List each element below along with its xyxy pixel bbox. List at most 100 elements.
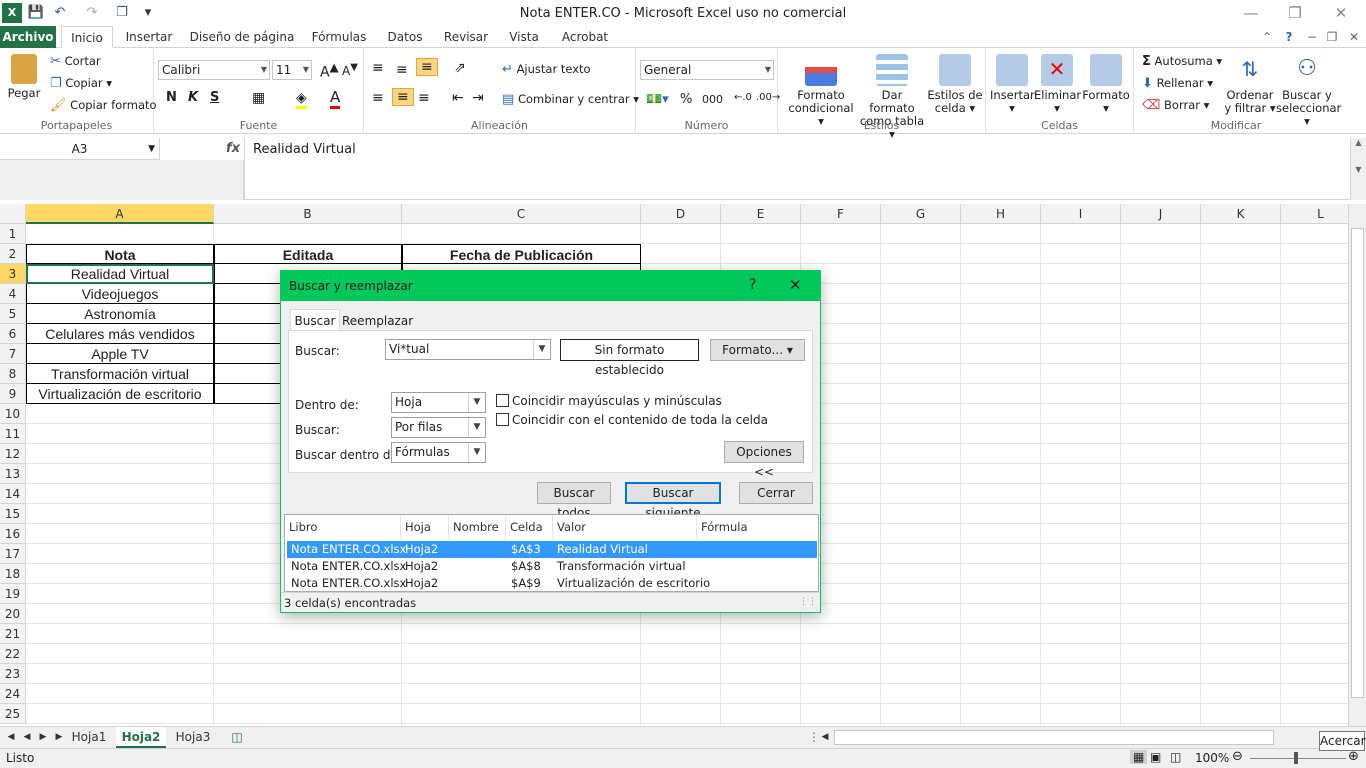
- row-header-13[interactable]: 13: [0, 464, 26, 484]
- find-all-button[interactable]: Buscar todos: [537, 482, 611, 520]
- match-entire-checkbox[interactable]: [496, 413, 509, 426]
- row-header-11[interactable]: 11: [0, 424, 26, 444]
- results-header-libro[interactable]: Libro: [285, 515, 401, 539]
- close-window-icon[interactable]: ✕: [1318, 2, 1364, 24]
- horizontal-scroll-thumb[interactable]: [834, 730, 1274, 745]
- row-header-19[interactable]: 19: [0, 584, 26, 604]
- orientation-icon[interactable]: ⇗: [454, 60, 466, 76]
- tab-inicio[interactable]: Inicio: [61, 26, 113, 48]
- row-header-7[interactable]: 7: [0, 344, 26, 364]
- normal-view-icon[interactable]: ▦: [1130, 750, 1148, 764]
- name-box[interactable]: A3 ▼: [0, 138, 160, 160]
- workbook-restore-icon[interactable]: ❐: [1324, 26, 1340, 48]
- collapse-ribbon-icon[interactable]: ⌃: [1260, 26, 1274, 48]
- row-header-4[interactable]: 4: [0, 284, 26, 304]
- column-header-c[interactable]: C: [402, 204, 641, 224]
- find-select-button[interactable]: ⚇ Buscar y seleccionar ▾: [1276, 54, 1341, 128]
- row-header-12[interactable]: 12: [0, 444, 26, 464]
- zoom-slider-handle[interactable]: [1294, 752, 1298, 764]
- row-header-20[interactable]: 20: [0, 604, 26, 624]
- merge-center-button[interactable]: ▤ Combinar y centrar ▾: [502, 92, 639, 107]
- tab-buscar[interactable]: Buscar: [290, 309, 340, 331]
- column-header-d[interactable]: D: [641, 204, 721, 224]
- row-header-3[interactable]: 3: [0, 264, 26, 284]
- sheet-tab-hoja3[interactable]: Hoja3: [170, 727, 216, 748]
- row-header-23[interactable]: 23: [0, 664, 26, 684]
- search-select[interactable]: Por filas ▼: [391, 417, 486, 438]
- align-middle-icon[interactable]: ≡: [396, 62, 408, 78]
- scroll-thumb[interactable]: [1351, 228, 1364, 698]
- column-header-i[interactable]: I: [1041, 204, 1121, 224]
- minimize-icon[interactable]: —: [1228, 2, 1274, 24]
- find-next-button[interactable]: Buscar siguiente: [625, 482, 721, 520]
- prev-sheet-icon[interactable]: ◀: [20, 727, 34, 748]
- tab-datos[interactable]: Datos: [382, 26, 428, 48]
- select-all-corner[interactable]: [0, 204, 26, 224]
- results-header-hoja[interactable]: Hoja: [401, 515, 449, 539]
- cut-button[interactable]: ✂ Cortar: [50, 54, 101, 69]
- results-list[interactable]: Libro Hoja Nombre Celda Valor Fórmula No…: [284, 514, 819, 592]
- paste-button[interactable]: Pegar: [4, 54, 44, 100]
- row-header-2[interactable]: 2: [0, 244, 26, 264]
- table-row-nota[interactable]: Videojuegos: [26, 284, 214, 304]
- match-case-checkbox[interactable]: [496, 394, 509, 407]
- page-layout-icon[interactable]: ▣: [1150, 750, 1161, 764]
- borders-icon[interactable]: ▦: [252, 90, 265, 106]
- conditional-format-button[interactable]: Formato condicional ▾: [786, 54, 856, 128]
- table-header-cell[interactable]: Nota: [26, 244, 214, 264]
- column-header-j[interactable]: J: [1121, 204, 1201, 224]
- column-header-l[interactable]: L: [1281, 204, 1348, 224]
- new-sheet-icon[interactable]: ◫: [226, 727, 248, 748]
- column-header-e[interactable]: E: [721, 204, 801, 224]
- font-size-select[interactable]: 11 ▼: [272, 60, 312, 80]
- align-top-icon[interactable]: ≡: [372, 60, 384, 76]
- row-header-22[interactable]: 22: [0, 644, 26, 664]
- fx-icon[interactable]: fx: [226, 141, 240, 156]
- last-sheet-icon[interactable]: ▶: [52, 727, 66, 748]
- workbook-minimize-icon[interactable]: −: [1304, 26, 1320, 48]
- decrease-decimal-icon[interactable]: .00→: [756, 92, 780, 103]
- table-row-nota[interactable]: Apple TV: [26, 344, 214, 364]
- within-select[interactable]: Hoja ▼: [391, 392, 486, 413]
- bold-button[interactable]: N: [166, 90, 177, 105]
- results-header-formula[interactable]: Fórmula: [697, 515, 818, 539]
- resize-grip-icon[interactable]: ⋮⋮: [799, 597, 817, 607]
- sheet-tab-hoja2[interactable]: Hoja2: [116, 727, 166, 748]
- currency-icon[interactable]: 💵▾: [646, 92, 669, 107]
- results-header-celda[interactable]: Celda: [506, 515, 553, 539]
- thousands-button[interactable]: 000: [702, 93, 723, 106]
- zoom-level[interactable]: 100%: [1195, 751, 1229, 765]
- vertical-scrollbar[interactable]: [1348, 204, 1366, 726]
- formula-input[interactable]: Realidad Virtual: [253, 142, 356, 157]
- column-header-g[interactable]: G: [881, 204, 961, 224]
- tab-insertar[interactable]: Insertar: [122, 26, 176, 48]
- page-break-icon[interactable]: ◫: [1170, 750, 1181, 764]
- format-painter-button[interactable]: 🖌 Copiar formato: [50, 98, 157, 113]
- align-right-icon[interactable]: ≡: [418, 90, 430, 106]
- row-header-10[interactable]: 10: [0, 404, 26, 424]
- table-row-nota[interactable]: Virtualización de escritorio: [26, 384, 214, 404]
- zoom-out-icon[interactable]: ⊖: [1232, 749, 1243, 764]
- wrap-text-button[interactable]: ↵ Ajustar texto: [502, 62, 591, 77]
- options-button[interactable]: Opciones <<: [724, 441, 804, 479]
- format-button[interactable]: Formato... ▾: [710, 339, 805, 361]
- result-row[interactable]: Nota ENTER.CO.xlsx Hoja2 $A$8 Transformació…: [287, 558, 817, 575]
- row-header-21[interactable]: 21: [0, 624, 26, 644]
- column-header-a[interactable]: A: [26, 204, 214, 224]
- workbook-close-icon[interactable]: ✕: [1346, 26, 1362, 48]
- align-bottom-icon[interactable]: ≡: [416, 58, 438, 76]
- scroll-left-icon[interactable]: ◀: [818, 727, 832, 748]
- tab-formulas[interactable]: Fórmulas: [306, 26, 372, 48]
- percent-button[interactable]: %: [680, 92, 692, 107]
- align-left-icon[interactable]: ≡: [372, 90, 384, 106]
- row-header-6[interactable]: 6: [0, 324, 26, 344]
- row-header-9[interactable]: 9: [0, 384, 26, 404]
- insert-button[interactable]: Insertar ▾: [990, 54, 1035, 115]
- sheet-tab-hoja1[interactable]: Hoja1: [66, 727, 112, 748]
- chevron-down-icon[interactable]: ▼: [468, 418, 485, 437]
- tab-archivo[interactable]: Archivo: [0, 26, 56, 48]
- row-header-16[interactable]: 16: [0, 524, 26, 544]
- tab-revisar[interactable]: Revisar: [440, 26, 492, 48]
- number-format-select[interactable]: General ▼: [640, 60, 774, 80]
- row-header-24[interactable]: 24: [0, 684, 26, 704]
